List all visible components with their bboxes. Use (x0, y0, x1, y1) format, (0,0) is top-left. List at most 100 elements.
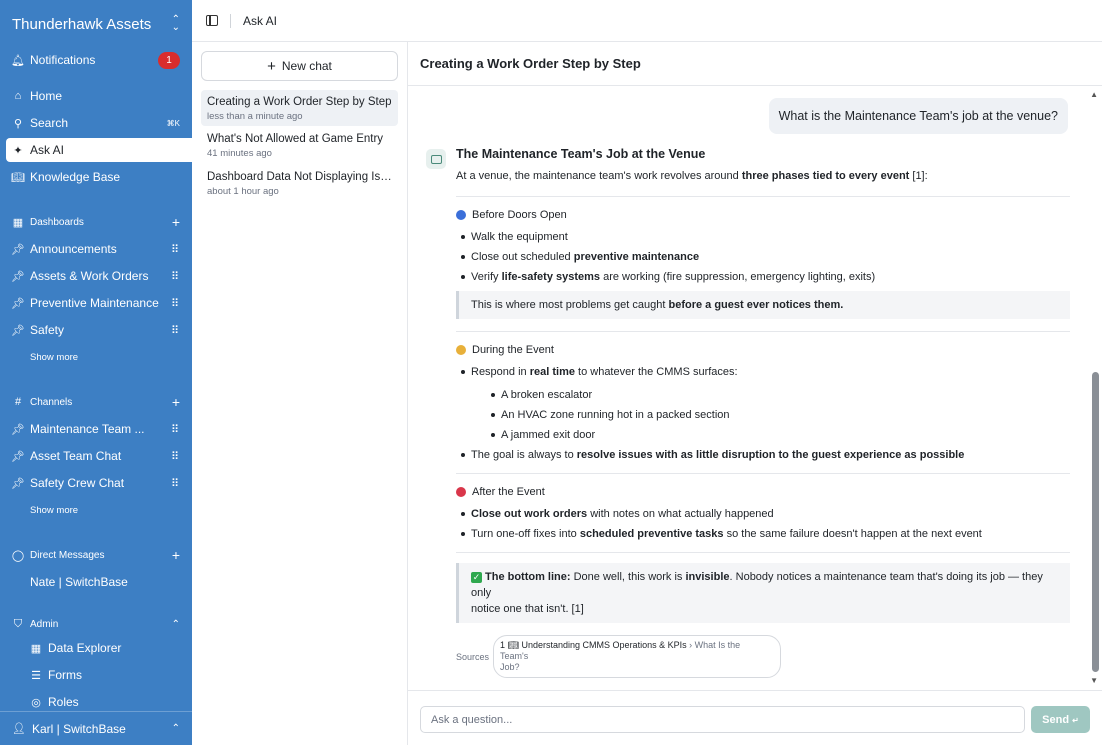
list-item: Close out scheduled preventive maintenan… (456, 249, 1070, 265)
chevron-up-icon[interactable]: ⌃ (172, 619, 180, 630)
blue-circle-icon (456, 210, 466, 220)
sidebar-item-ask-ai[interactable]: ✦ Ask AI (6, 138, 192, 162)
chat-history-panel: + New chat Creating a Work Order Step by… (192, 42, 408, 745)
drag-handle-icon[interactable]: ⠿ (171, 270, 179, 283)
yellow-circle-icon (456, 345, 466, 355)
book-icon: 📖︎ (11, 171, 25, 184)
bottom-line-callout: ✓ The bottom line: Done well, this work i… (456, 563, 1070, 623)
source-chip[interactable]: 1 📖︎ Understanding CMMS Operations & KPI… (493, 635, 782, 678)
list-item: Walk the equipment (456, 229, 1070, 245)
chat-bubble-icon (430, 154, 442, 164)
sidebar-item-dm-nate[interactable]: Nate | SwitchBase (0, 570, 192, 594)
message-list[interactable]: What is the Maintenance Team's job at th… (408, 86, 1102, 690)
add-direct-message-button[interactable]: + (172, 547, 180, 563)
phase-heading: Before Doors Open (456, 207, 1070, 223)
divider (230, 13, 231, 28)
send-icon: ↵ (1072, 715, 1079, 725)
add-channel-button[interactable]: + (172, 394, 180, 410)
workspace-switcher-icon[interactable]: ⌃ ⌄ (172, 15, 180, 33)
sidebar-item-preventive-maintenance[interactable]: 📌︎ Preventive Maintenance ⠿ (0, 291, 192, 315)
home-icon: ⌂ (14, 90, 22, 102)
conversation-panel: Creating a Work Order Step by Step What … (408, 42, 1102, 745)
list-item: An HVAC zone running hot in a packed sec… (471, 407, 1070, 423)
sidebar-item-safety[interactable]: 📌︎ Safety ⠿ (0, 318, 192, 342)
sidebar-section-channels[interactable]: # Channels + (0, 390, 192, 414)
bullet-list: Walk the equipment Close out scheduled p… (456, 229, 1070, 285)
sidebar-section-dashboards[interactable]: ▦ Dashboards + (0, 210, 192, 234)
list-item: The goal is always to resolve issues wit… (456, 447, 1070, 463)
table-icon: ▦ (30, 642, 42, 655)
bullet-list: Close out work orders with notes on what… (456, 506, 1070, 542)
drag-handle-icon[interactable]: ⠿ (171, 423, 179, 436)
callout-quote: This is where most problems get caught b… (456, 291, 1070, 319)
channels-show-more[interactable]: Show more (0, 498, 192, 522)
hash-icon: # (14, 396, 22, 408)
sidebar-item-assets-work-orders[interactable]: 📌︎ Assets & Work Orders ⠿ (0, 264, 192, 288)
scroll-up-arrow-icon[interactable]: ▲ (1090, 90, 1098, 99)
sidebar-item-forms[interactable]: ☰ Forms (0, 663, 192, 687)
pin-icon: 📌︎ (11, 450, 25, 463)
drag-handle-icon[interactable]: ⠿ (171, 450, 179, 463)
plus-icon: + (267, 57, 276, 75)
scroll-down-arrow-icon[interactable]: ▼ (1090, 676, 1098, 685)
sub-list: A broken escalator An HVAC zone running … (471, 387, 1070, 443)
drag-handle-icon[interactable]: ⠿ (171, 297, 179, 310)
user-menu[interactable]: 👤︎ Karl | SwitchBase ⌃ (0, 711, 192, 745)
pin-icon: 📌︎ (11, 423, 25, 436)
pin-icon: 📌︎ (11, 324, 25, 337)
sidebar-item-search[interactable]: ⚲ Search ⌘K (0, 111, 192, 135)
chevron-up-icon: ⌃ (171, 723, 180, 734)
scrollbar-thumb[interactable] (1092, 372, 1099, 672)
answer-intro: At a venue, the maintenance team's work … (456, 170, 928, 182)
list-item: Close out work orders with notes on what… (456, 506, 1070, 522)
sidebar-item-data-explorer[interactable]: ▦ Data Explorer (0, 636, 192, 660)
chat-bubble-icon: ◯ (11, 549, 25, 562)
drag-handle-icon[interactable]: ⠿ (171, 324, 179, 337)
sidebar-item-notifications[interactable]: 🔔︎ Notifications 1 (0, 48, 192, 72)
divider (456, 331, 1070, 332)
search-shortcut: ⌘K (166, 118, 180, 128)
page-title: Ask AI (243, 13, 278, 28)
assistant-avatar (426, 149, 446, 169)
send-button[interactable]: Send ↵ (1031, 706, 1090, 733)
chat-history-item[interactable]: Creating a Work Order Step by Step less … (201, 90, 398, 126)
search-icon: ⚲ (13, 117, 23, 130)
assistant-message: The Maintenance Team's Job at the Venue … (456, 146, 1070, 678)
conversation-title: Creating a Work Order Step by Step (408, 42, 1102, 86)
sidebar-item-knowledge-base[interactable]: 📖︎ Knowledge Base (0, 165, 192, 189)
bell-icon: 🔔︎ (11, 54, 25, 67)
divider (456, 196, 1070, 197)
workspace-name[interactable]: Thunderhawk Assets (12, 16, 151, 33)
top-bar: Ask AI (192, 0, 1102, 42)
sidebar-item-asset-team-chat[interactable]: 📌︎ Asset Team Chat ⠿ (0, 444, 192, 468)
check-mark-icon: ✓ (471, 572, 482, 583)
list-item: Verify life-safety systems are working (… (456, 269, 1070, 285)
notifications-badge: 1 (158, 51, 180, 69)
sidebar-item-home[interactable]: ⌂ Home (0, 84, 192, 108)
pin-icon: 📌︎ (11, 243, 25, 256)
new-chat-button[interactable]: + New chat (201, 51, 398, 81)
sidebar-section-direct-messages[interactable]: ◯ Direct Messages + (0, 543, 192, 567)
chat-history-item[interactable]: What's Not Allowed at Game Entry 41 minu… (201, 127, 398, 163)
toggle-sidebar-icon[interactable] (206, 15, 218, 26)
sidebar-item-safety-crew-chat[interactable]: 📌︎ Safety Crew Chat ⠿ (0, 471, 192, 495)
sidebar-section-admin[interactable]: ⛉ Admin ⌃ (0, 612, 192, 636)
sources: Sources 1 📖︎ Understanding CMMS Operatio… (456, 635, 1070, 678)
user-message: What is the Maintenance Team's job at th… (768, 98, 1068, 134)
chat-history-item[interactable]: Dashboard Data Not Displaying Iss... abo… (201, 165, 398, 201)
question-input[interactable] (420, 706, 1025, 733)
list-item: A jammed exit door (471, 427, 1070, 443)
drag-handle-icon[interactable]: ⠿ (171, 477, 179, 490)
sidebar-item-announcements[interactable]: 📌︎ Announcements ⠿ (0, 237, 192, 261)
divider (456, 552, 1070, 553)
answer-heading: The Maintenance Team's Job at the Venue (456, 147, 706, 161)
book-icon: 📖︎ (507, 640, 519, 650)
drag-handle-icon[interactable]: ⠿ (171, 243, 179, 256)
sidebar-item-maintenance-team[interactable]: 📌︎ Maintenance Team ... ⠿ (0, 417, 192, 441)
bullet-list: Respond in real time to whatever the CMM… (456, 364, 1070, 463)
add-dashboard-button[interactable]: + (172, 214, 180, 230)
check-circle-icon: ◎ (31, 696, 41, 709)
pin-icon: 📌︎ (11, 270, 25, 283)
dashboards-show-more[interactable]: Show more (0, 345, 192, 369)
list-item: A broken escalator (471, 387, 1070, 403)
